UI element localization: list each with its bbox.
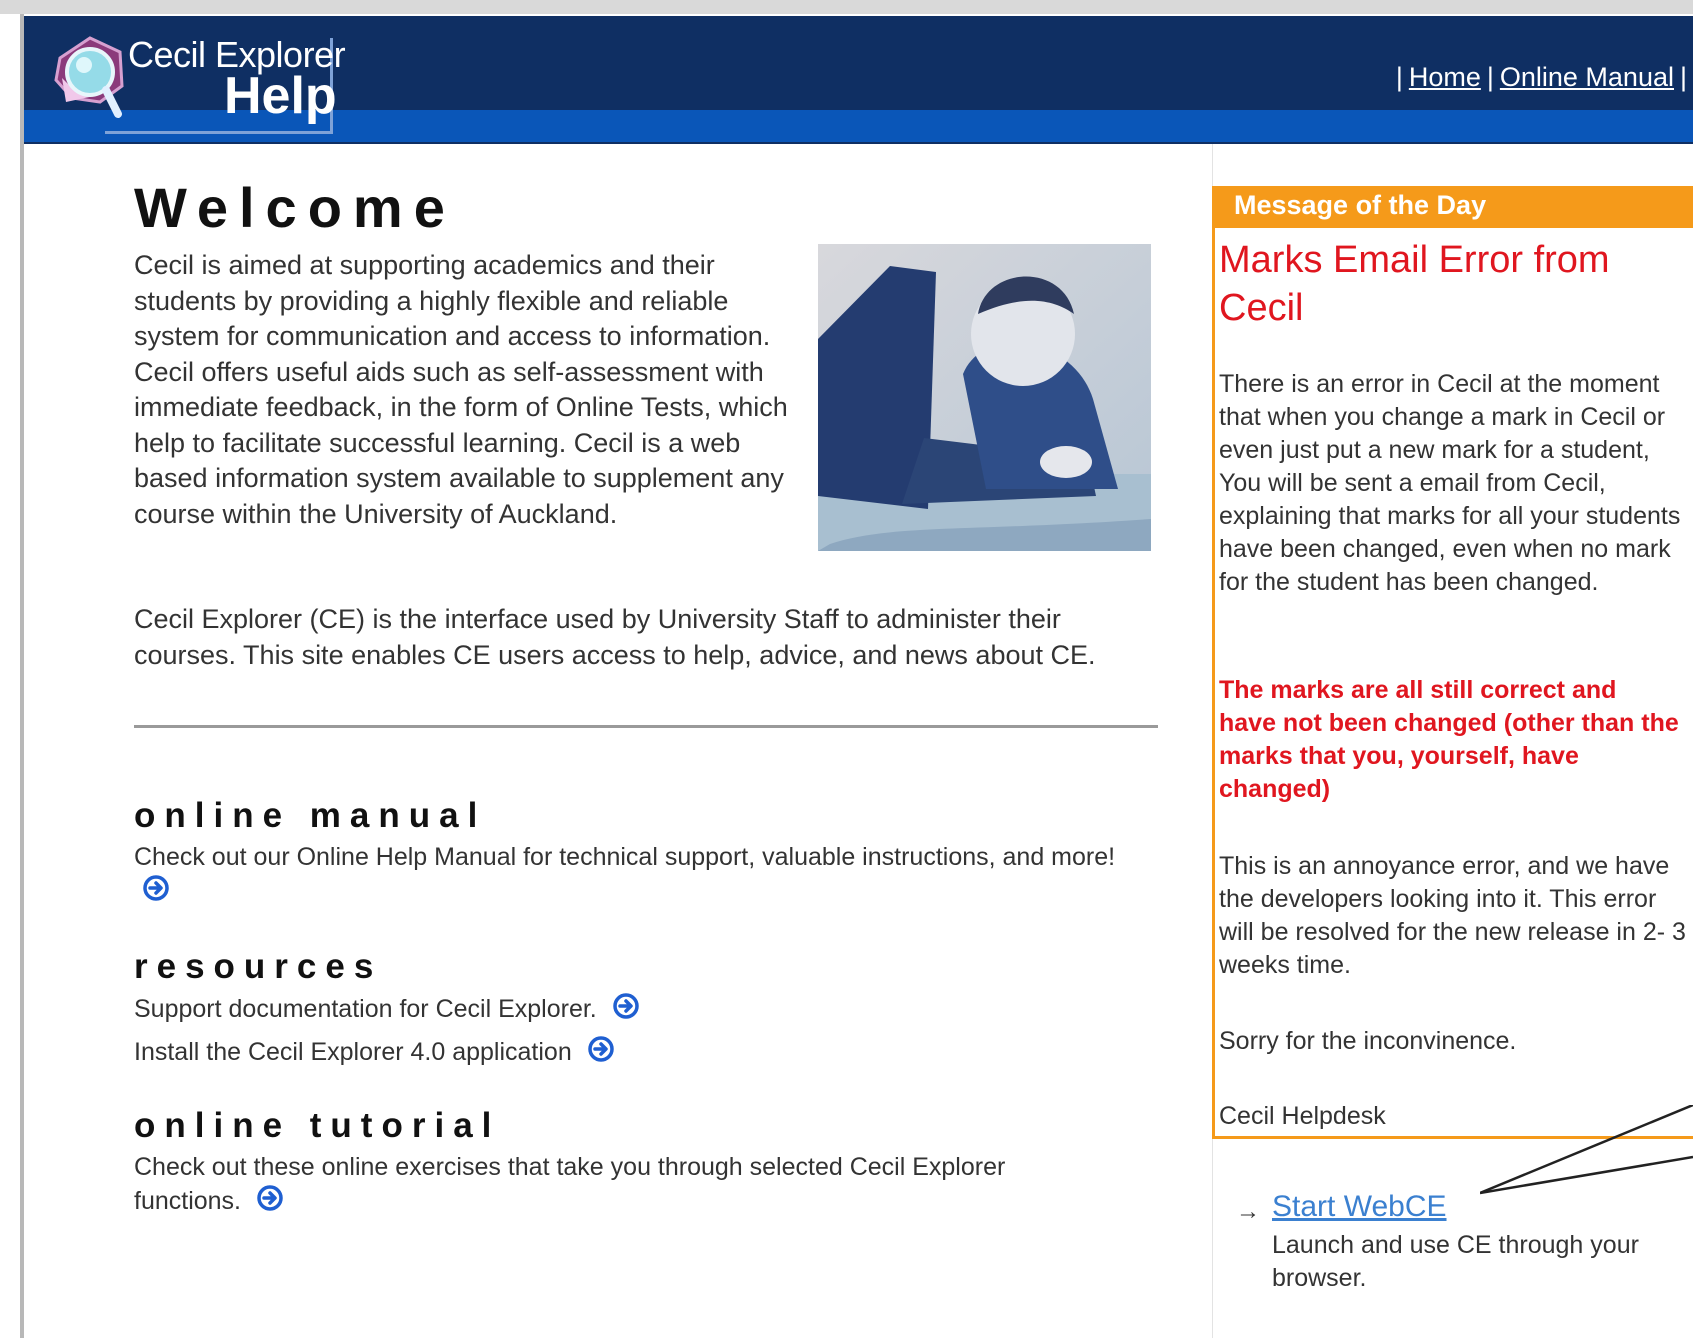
window-top-strip <box>0 0 1693 14</box>
go-arrow-icon[interactable] <box>142 874 170 911</box>
start-webce-link[interactable]: Start WebCE <box>1272 1190 1447 1224</box>
intro-paragraph: Cecil is aimed at supporting academics a… <box>134 250 788 529</box>
section-online-tutorial: online tutorial Check out these online e… <box>134 1108 1158 1221</box>
resources-line-2: Install the Cecil Explorer 4.0 applicati… <box>134 1035 1158 1072</box>
go-arrow-icon[interactable] <box>256 1184 284 1221</box>
nav-separator: | <box>1486 62 1494 92</box>
welcome-title: Welcome <box>134 176 456 239</box>
nav-separator: | <box>1395 62 1403 92</box>
bullet-arrow-icon: → <box>1236 1198 1260 1225</box>
message-paragraph-2: This is an annoyance error, and we have … <box>1219 852 1686 979</box>
logo-subtitle: Help <box>224 67 337 125</box>
main-content: Welcome Cecil is aimed at supporting aca… <box>134 180 1158 1221</box>
message-paragraph-1: There is an error in Cecil at the moment… <box>1219 370 1681 596</box>
resources-line-1: Support documentation for Cecil Explorer… <box>134 992 1158 1029</box>
go-arrow-icon[interactable] <box>612 992 640 1029</box>
nav-separator: | <box>1679 62 1687 92</box>
section-divider <box>134 725 1158 728</box>
callout-pointer-icon <box>1479 1103 1693 1200</box>
online-tutorial-title: online tutorial <box>134 1106 501 1145</box>
section-resources: resources Support documentation for Ceci… <box>134 949 1158 1072</box>
message-of-the-day-header: Message of the Day <box>1212 186 1693 228</box>
intro-block: Cecil is aimed at supporting academics a… <box>134 244 1158 588</box>
online-manual-title: online manual <box>134 796 487 835</box>
message-apology: Sorry for the inconvinence. <box>1219 1027 1517 1055</box>
child-laptop-photo <box>818 244 1151 551</box>
go-arrow-icon[interactable] <box>587 1035 615 1072</box>
online-tutorial-text: Check out these online exercises that ta… <box>134 1151 1054 1221</box>
resources-title: resources <box>134 947 383 986</box>
online-manual-text: Check out our Online Help Manual for tec… <box>134 841 1134 911</box>
resources-install-text: Install the Cecil Explorer 4.0 applicati… <box>134 1038 572 1067</box>
nav-home-link[interactable]: Home <box>1409 62 1481 92</box>
ce-paragraph: Cecil Explorer (CE) is the interface use… <box>134 604 1096 670</box>
window-left-frame <box>20 14 24 1338</box>
section-online-manual: online manual Check out our Online Help … <box>134 798 1158 911</box>
resources-support-text: Support documentation for Cecil Explorer… <box>134 995 597 1024</box>
top-navigation: | Home | Online Manual | <box>1390 62 1693 93</box>
online-manual-description: Check out our Online Help Manual for tec… <box>134 843 1116 871</box>
webce-description: Launch and use CE through your browser. <box>1272 1231 1639 1292</box>
message-title: Marks Email Error from Cecil <box>1219 239 1610 329</box>
message-alert: The marks are all still correct and have… <box>1219 676 1679 803</box>
nav-online-manual-link[interactable]: Online Manual <box>1500 62 1674 92</box>
